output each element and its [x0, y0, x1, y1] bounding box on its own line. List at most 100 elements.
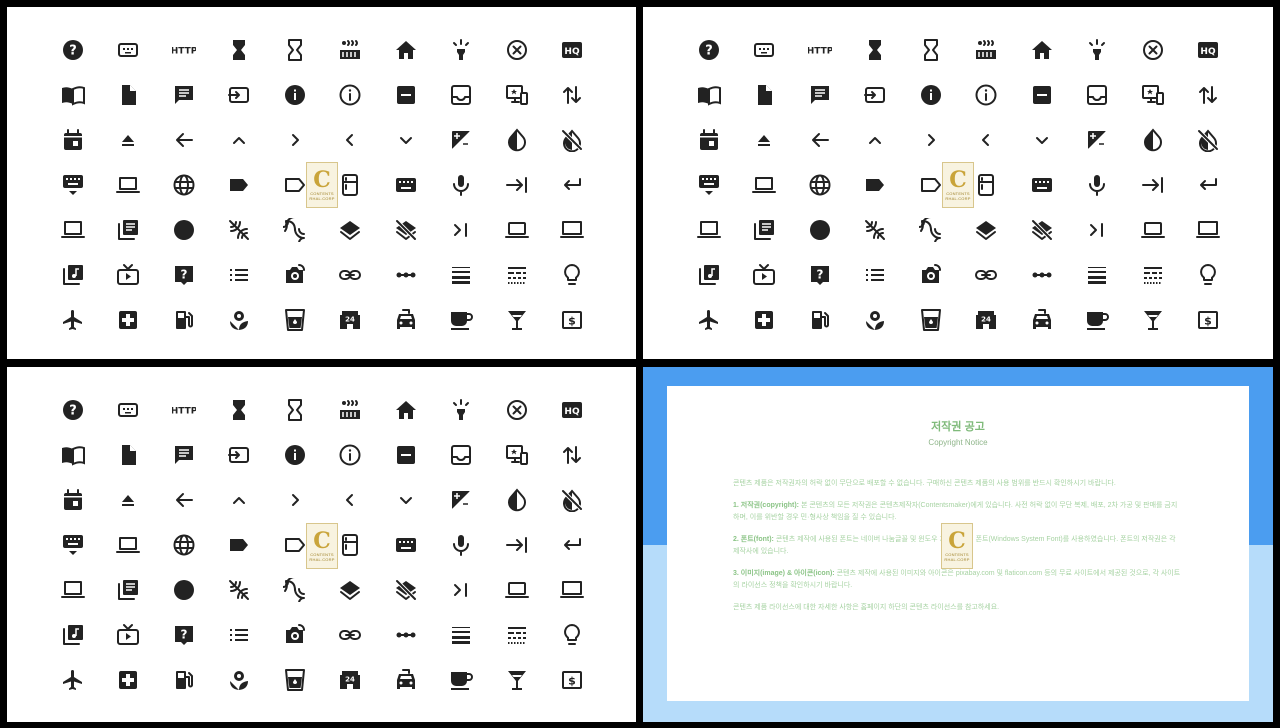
chevron-up-icon — [848, 117, 904, 162]
svg-text:?: ? — [69, 403, 77, 418]
local-taxi-icon — [378, 657, 434, 702]
mic-icon — [1070, 162, 1126, 207]
layers-clear-icon — [378, 207, 434, 252]
layers-icon — [959, 207, 1015, 252]
svg-text:$: $ — [568, 314, 576, 327]
layers-clear-icon — [378, 567, 434, 612]
line-style-icon — [1125, 252, 1181, 297]
home-icon — [1014, 27, 1070, 72]
insert-drive-file-icon — [101, 72, 157, 117]
icon-sheet-panel-2: ? HTTP HQ? 24 $ C CONTENTS RHAL.CORP — [643, 7, 1273, 359]
keyboard-dots-icon — [101, 387, 157, 432]
exposure-icon — [434, 477, 490, 522]
info-icon — [903, 72, 959, 117]
invert-colors-icon — [1125, 117, 1181, 162]
insert-drive-file-icon — [101, 432, 157, 477]
hourglass-full-icon — [848, 27, 904, 72]
http-icon: HTTP — [792, 27, 848, 72]
lightbulb-icon — [545, 252, 601, 297]
linear-scale-icon — [1014, 252, 1070, 297]
notice-closing: 콘텐츠 제품 라이선스에 대한 자세한 사항은 홈페이지 하단의 콘텐츠 라이선… — [733, 604, 1000, 611]
highlight-off-icon — [489, 27, 545, 72]
copyright-notice-panel: 저작권 공고 Copyright Notice 콘텐츠 제품은 저작권자의 허락… — [643, 367, 1273, 722]
hourglass-empty-icon — [267, 387, 323, 432]
svg-text:?: ? — [69, 43, 77, 58]
invert-colors-off-icon — [545, 117, 601, 162]
import-export-icon — [1181, 72, 1237, 117]
info-outline-icon — [959, 72, 1015, 117]
arrow-back-icon — [156, 117, 212, 162]
chevron-left-icon — [323, 117, 379, 162]
laptop-icon — [101, 522, 157, 567]
hourglass-full-icon — [212, 27, 268, 72]
linear-scale-icon — [378, 612, 434, 657]
label-icon — [848, 162, 904, 207]
hot-tub-icon — [323, 387, 379, 432]
home-icon — [378, 387, 434, 432]
icon-row — [681, 72, 1246, 117]
layers-clear-icon — [1014, 207, 1070, 252]
laptop-icon — [101, 162, 157, 207]
icon-row — [681, 117, 1246, 162]
chevron-down-icon — [378, 477, 434, 522]
local-convenience-store-icon: 24 — [323, 297, 379, 342]
svg-text:HTTP: HTTP — [808, 46, 832, 56]
keyboard-return-icon — [1181, 162, 1237, 207]
local-bar-icon — [489, 297, 545, 342]
line-style-icon — [489, 612, 545, 657]
icon-row: ? HTTP HQ — [45, 387, 610, 432]
local-hospital-icon — [101, 297, 157, 342]
link-icon — [959, 252, 1015, 297]
list-icon — [212, 252, 268, 297]
svg-text:HTTP: HTTP — [172, 46, 196, 56]
keyboard-hide-icon — [681, 162, 737, 207]
label-icon — [212, 522, 268, 567]
icon-row: ? HTTP HQ — [45, 27, 610, 72]
notice-title: 저작권 공고 — [931, 421, 985, 433]
flight-icon — [45, 657, 101, 702]
arrow-back-icon — [792, 117, 848, 162]
hq-icon: HQ — [545, 387, 601, 432]
help-circle-icon: ? — [681, 27, 737, 72]
keyboard-hide-icon — [45, 522, 101, 567]
notice-subtitle: Copyright Notice — [928, 438, 988, 447]
keyboard-tab-icon — [1125, 162, 1181, 207]
svg-text:$: $ — [568, 674, 576, 687]
keyboard-dots-icon — [737, 27, 793, 72]
library-books-icon — [737, 207, 793, 252]
watermark-logo: C CONTENTS RHAL.CORP — [942, 162, 974, 208]
local-atm-icon: $ — [1181, 297, 1237, 342]
link-icon — [323, 252, 379, 297]
notice-section-copyright: 1. 저작권(copyright): 본 콘텐츠의 모든 저작권은 콘텐츠제작자… — [733, 502, 1178, 521]
watermark-logo: C CONTENTS RHAL.CORP — [941, 523, 973, 569]
keyboard-tab-icon — [489, 162, 545, 207]
live-tv-icon — [101, 612, 157, 657]
svg-text:24: 24 — [981, 315, 991, 323]
important-devices-icon — [1125, 72, 1181, 117]
chevron-left-icon — [959, 117, 1015, 162]
laptop-chromebook-icon — [681, 207, 737, 252]
svg-text:?: ? — [705, 43, 713, 58]
local-gas-station-icon — [792, 297, 848, 342]
keyboard-icon — [1014, 162, 1070, 207]
icon-sheet-panel-1: ? HTTP HQ? 24 $ C CONTENTS RHAL.CORP — [7, 7, 636, 359]
http-icon: HTTP — [156, 27, 212, 72]
library-books-icon — [101, 567, 157, 612]
local-atm-icon: $ — [545, 297, 601, 342]
hourglass-empty-icon — [903, 27, 959, 72]
insert-invitation-icon — [681, 117, 737, 162]
svg-text:$: $ — [1204, 314, 1212, 327]
invert-colors-off-icon — [545, 477, 601, 522]
keyboard-return-icon — [545, 162, 601, 207]
highlight-off-icon — [489, 387, 545, 432]
notice-section-image: 3. 이미지(image) & 아이콘(icon): 콘텐츠 제작에 사용된 이… — [733, 570, 1181, 589]
laptop-windows-icon — [545, 567, 601, 612]
invert-colors-icon — [489, 117, 545, 162]
laptop-chromebook-icon — [45, 567, 101, 612]
language-icon — [792, 162, 848, 207]
leak-add-icon — [267, 207, 323, 252]
import-export-icon — [545, 432, 601, 477]
keyboard-icon — [378, 162, 434, 207]
import-contacts-icon — [45, 72, 101, 117]
linked-camera-icon — [267, 612, 323, 657]
